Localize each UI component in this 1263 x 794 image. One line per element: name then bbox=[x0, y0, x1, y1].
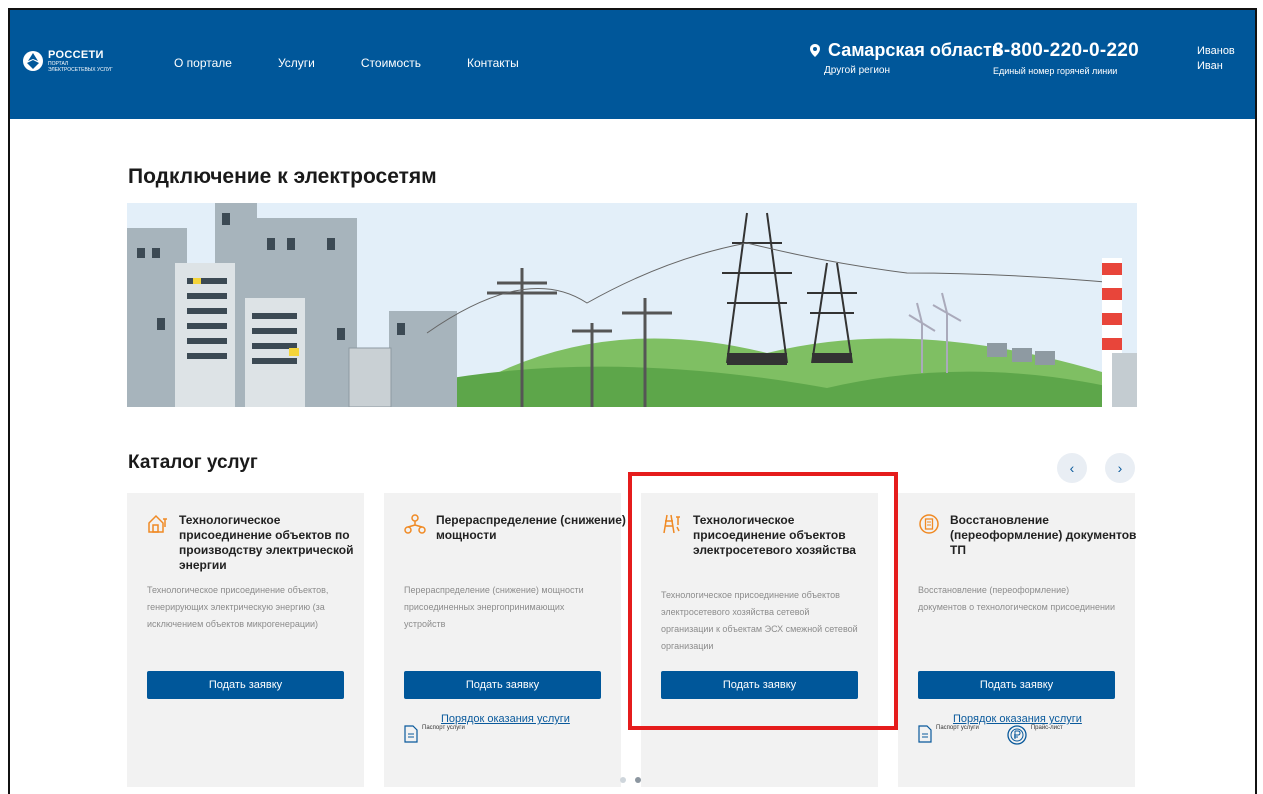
nav-about[interactable]: О портале bbox=[174, 56, 232, 70]
chevron-left-icon: ‹ bbox=[1069, 460, 1075, 476]
nav-contacts[interactable]: Контакты bbox=[467, 56, 519, 70]
region-name: Самарская область bbox=[828, 40, 1003, 60]
service-procedure-link[interactable]: Порядок оказания услуги bbox=[441, 713, 570, 725]
card-description: Восстановление (переоформление) документ… bbox=[918, 585, 1115, 612]
service-passport-label[interactable]: Паспорт услуги bbox=[936, 725, 979, 731]
submit-request-button[interactable]: Подать заявку bbox=[404, 671, 601, 699]
brand-sub-2: ЭЛЕКТРОСЕТЕВЫХ УСЛУГ bbox=[48, 67, 113, 73]
catalog-next-button[interactable]: › bbox=[1105, 453, 1135, 483]
rosseti-logo-icon bbox=[23, 51, 43, 71]
user-menu[interactable]: Иванов Иван bbox=[1197, 44, 1235, 74]
hero-illustration bbox=[127, 203, 1137, 407]
house-plug-icon bbox=[148, 514, 167, 533]
service-card-document-restoration: Восстановление (переоформление) документ… bbox=[898, 493, 1136, 787]
main-nav: О портале Услуги Стоимость Контакты bbox=[174, 56, 565, 70]
selection-highlight bbox=[628, 472, 898, 730]
redistribution-icon bbox=[404, 514, 426, 534]
service-procedure-link[interactable]: Порядок оказания услуги bbox=[953, 713, 1082, 725]
ruble-price-icon[interactable] bbox=[1007, 725, 1027, 745]
card-description: Перераспределение (снижение) мощности пр… bbox=[404, 585, 584, 629]
card-description: Технологическое присоединение объектов, … bbox=[147, 585, 329, 629]
hotline: 8-800-220-0-220 Единый номер горячей лин… bbox=[993, 40, 1139, 76]
user-last-name: Иванов bbox=[1197, 45, 1235, 57]
price-list-label[interactable]: Прайс-лист bbox=[1031, 725, 1063, 731]
document-restore-icon bbox=[919, 514, 939, 534]
page-title: Подключение к электросетям bbox=[128, 165, 437, 188]
browser-frame: РОССЕТИ ПОРТАЛ ЭЛЕКТРОСЕТЕВЫХ УСЛУГ О по… bbox=[8, 8, 1257, 794]
nav-services[interactable]: Услуги bbox=[278, 56, 315, 70]
location-pin-icon bbox=[810, 44, 820, 57]
service-card-redistribution: Перераспределение (снижение) мощности Пе… bbox=[384, 493, 626, 787]
pagination-dot[interactable] bbox=[620, 777, 626, 783]
chevron-right-icon: › bbox=[1117, 460, 1123, 476]
service-passport-label[interactable]: Паспорт услуги bbox=[422, 725, 465, 731]
hotline-caption: Единый номер горячей линии bbox=[993, 66, 1118, 76]
site-header: РОССЕТИ ПОРТАЛ ЭЛЕКТРОСЕТЕВЫХ УСЛУГ О по… bbox=[10, 10, 1255, 119]
submit-request-button[interactable]: Подать заявку bbox=[918, 671, 1115, 699]
brand-name: РОССЕТИ bbox=[48, 49, 104, 61]
card-title: Перераспределение (снижение) мощности bbox=[436, 513, 626, 542]
region-selector[interactable]: Самарская область Другой регион bbox=[810, 40, 1003, 76]
submit-request-button[interactable]: Подать заявку bbox=[147, 671, 344, 699]
logo[interactable]: РОССЕТИ ПОРТАЛ ЭЛЕКТРОСЕТЕВЫХ УСЛУГ bbox=[22, 50, 113, 73]
catalog-prev-button[interactable]: ‹ bbox=[1057, 453, 1087, 483]
user-first-name: Иван bbox=[1197, 60, 1223, 72]
documents-row: Паспорт услуги Прайс-лист bbox=[918, 725, 1063, 745]
documents-row: Паспорт услуги bbox=[404, 725, 465, 743]
document-icon[interactable] bbox=[918, 725, 932, 743]
hotline-number[interactable]: 8-800-220-0-220 bbox=[993, 40, 1139, 62]
nav-cost[interactable]: Стоимость bbox=[361, 56, 421, 70]
service-card-generation: Технологическое присоединение объектов п… bbox=[127, 493, 364, 787]
pagination-dot-active[interactable] bbox=[635, 777, 641, 783]
other-region-link[interactable]: Другой регион bbox=[824, 65, 1003, 76]
document-icon[interactable] bbox=[404, 725, 418, 743]
card-title: Технологическое присоединение объектов п… bbox=[179, 513, 354, 572]
carousel-pagination bbox=[620, 777, 641, 783]
card-title: Восстановление (переоформление) документ… bbox=[950, 513, 1137, 557]
catalog-title: Каталог услуг bbox=[128, 452, 258, 473]
